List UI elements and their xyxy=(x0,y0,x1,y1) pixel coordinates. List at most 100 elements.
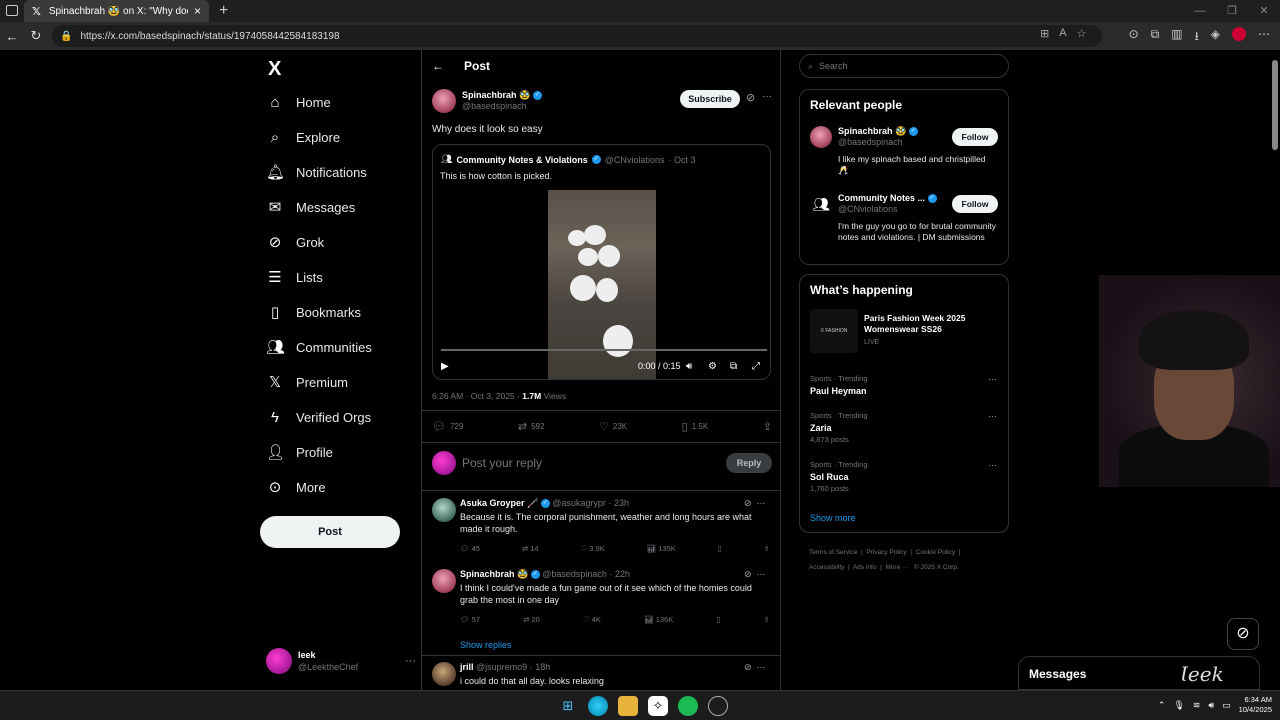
fullscreen-icon[interactable]: ⤢ xyxy=(752,361,760,372)
video-player[interactable] xyxy=(548,190,656,379)
bookmark-icon[interactable]: ▯ xyxy=(716,615,720,624)
video-progress-bar[interactable] xyxy=(441,349,767,351)
new-tab-icon[interactable]: + xyxy=(219,2,228,20)
avatar[interactable] xyxy=(810,126,832,148)
quoted-post[interactable]: 👥︎ Community Notes & Violations ✓ @CNvio… xyxy=(432,144,771,380)
edge-browser-icon[interactable] xyxy=(588,696,608,716)
close-tab-icon[interactable]: × xyxy=(194,4,201,18)
show-more-link[interactable]: Show more xyxy=(810,513,856,523)
reply-time[interactable]: · 18h xyxy=(530,662,551,672)
grok-icon[interactable]: ⊘ xyxy=(744,498,752,508)
footer-link[interactable]: Cookie Policy xyxy=(916,549,955,556)
reply-time[interactable]: · 23h xyxy=(608,498,629,508)
share-icon[interactable]: ⇪ xyxy=(764,615,770,624)
reply-post[interactable]: Spinachbrah 🥸 ✓ @basedspinach · 22h ⊘ ··… xyxy=(432,569,772,633)
reply-time[interactable]: · 22h xyxy=(609,569,630,579)
reply-action[interactable]: 💬︎ 45 xyxy=(460,544,480,553)
back-arrow-icon[interactable]: ← xyxy=(432,59,444,73)
file-explorer-icon[interactable] xyxy=(618,696,638,716)
more-horizontal-icon[interactable]: ··· xyxy=(988,410,997,422)
nav-notifications[interactable]: 🔔︎ Notifications xyxy=(266,158,367,186)
microphone-icon[interactable]: 🎙︎ xyxy=(1173,700,1184,711)
scrollbar[interactable] xyxy=(1272,60,1278,150)
clock[interactable]: 6:34 AM 10/4/2025 xyxy=(1239,695,1272,715)
like-action[interactable]: ♡ 3.9K xyxy=(580,544,604,553)
footer-link[interactable]: Privacy Policy xyxy=(866,549,906,556)
views-action[interactable]: 📊︎ 135K xyxy=(647,544,676,553)
puzzle-icon[interactable]: ⧉ xyxy=(1151,27,1160,48)
nav-home[interactable]: ⌂ Home xyxy=(266,88,330,116)
more-horizontal-icon[interactable]: ··· xyxy=(757,662,766,672)
person-item[interactable]: 👥︎ Community Notes ... ✓ @CNviolations F… xyxy=(810,193,1000,259)
nav-communities[interactable]: 👥︎ Communities xyxy=(266,333,372,361)
person-item[interactable]: Spinachbrah 🥸 ✓ @basedspinach Follow I l… xyxy=(810,126,1000,186)
reply-author-name[interactable]: Asuka Groyper 🦯 xyxy=(460,498,538,508)
download-icon[interactable]: ⭳ xyxy=(1195,27,1199,48)
browser-tab[interactable]: 𝕏 Spinachbrah 🥸 on X: "Why doe × xyxy=(24,0,209,22)
repost-action[interactable]: ⇄ 20 xyxy=(523,615,540,624)
profile-avatar-icon[interactable] xyxy=(1232,27,1246,41)
settings-gear-icon[interactable]: ⚙ xyxy=(708,361,717,372)
footer-link[interactable]: Ads info xyxy=(853,564,877,571)
trend-item[interactable]: Sports · Trending Sol Ruca 1,760 posts ·… xyxy=(810,459,1000,495)
reply-post[interactable]: jrill @jsupremo9 · 18h ⊘ ··· i could do … xyxy=(432,662,772,690)
repost-action[interactable]: ⇄ 14 xyxy=(522,544,539,553)
bookmark-icon[interactable]: ▯ xyxy=(718,544,722,553)
minimize-icon[interactable]: — xyxy=(1184,0,1216,22)
reply-action[interactable]: 💬︎ 57 xyxy=(460,615,480,624)
show-replies-link[interactable]: Show replies xyxy=(460,640,512,650)
more-horizontal-icon[interactable]: ··· xyxy=(757,569,766,579)
battery-icon[interactable]: ▭ xyxy=(1222,700,1231,711)
follow-button[interactable]: Follow xyxy=(952,128,998,146)
nav-verified-orgs[interactable]: ϟ Verified Orgs xyxy=(266,403,371,431)
trend-item[interactable]: Sports · Trending Paul Heyman ··· xyxy=(810,373,1000,397)
reply-input[interactable]: Post your reply xyxy=(462,456,542,470)
browser-menu-icon[interactable]: ⋯ xyxy=(1258,27,1270,48)
footer-link[interactable]: Terms of Service xyxy=(809,549,857,556)
avatar[interactable] xyxy=(432,662,456,686)
avatar[interactable] xyxy=(432,89,456,113)
chatgpt-icon[interactable]: ✧ xyxy=(648,696,668,716)
like-action[interactable]: ♡ 4K xyxy=(583,615,601,624)
bookmark-action[interactable]: ▯ 1.5K xyxy=(682,420,709,433)
app-available-icon[interactable]: ⊞ xyxy=(1040,27,1049,40)
pip-icon[interactable]: ⧉ xyxy=(730,361,737,372)
nav-bookmarks[interactable]: ▯ Bookmarks xyxy=(266,298,361,326)
author-handle[interactable]: @basedspinach xyxy=(462,101,542,112)
grok-icon[interactable]: ⊘ xyxy=(746,91,755,104)
footer-link[interactable]: Accessibility xyxy=(809,564,844,571)
wifi-icon[interactable]: ≋ xyxy=(1193,700,1201,711)
play-icon[interactable]: ▶ xyxy=(441,361,449,372)
volume-icon[interactable]: 🔊︎ xyxy=(686,361,692,372)
x-logo-icon[interactable]: X xyxy=(268,58,281,81)
avatar[interactable] xyxy=(432,569,456,593)
post-time[interactable]: 6:26 AM · Oct 3, 2025 · xyxy=(432,391,520,401)
reply-author-handle[interactable]: @jsupremo9 xyxy=(476,662,527,672)
person-handle[interactable]: @CNviolations xyxy=(838,204,937,215)
more-horizontal-icon[interactable]: ··· xyxy=(757,498,766,508)
subscribe-button[interactable]: Subscribe xyxy=(680,90,740,108)
split-screen-icon[interactable]: ▥ xyxy=(1171,27,1182,48)
restore-icon[interactable]: ❐ xyxy=(1216,0,1248,22)
nav-premium[interactable]: 𝕏 Premium xyxy=(266,368,348,396)
reply-author-name[interactable]: jrill xyxy=(460,662,474,672)
reply-author-handle[interactable]: @basedspinach xyxy=(542,569,607,579)
grok-floating-button[interactable]: ⊘ xyxy=(1227,618,1259,650)
reply-action[interactable]: 💬︎ 729 xyxy=(432,420,463,433)
more-horizontal-icon[interactable]: ··· xyxy=(405,655,416,667)
copilot-icon[interactable]: ◈ xyxy=(1211,27,1220,48)
extension-icon[interactable]: ⊙ xyxy=(1129,27,1139,48)
person-handle[interactable]: @basedspinach xyxy=(838,137,918,148)
grok-icon[interactable]: ⊘ xyxy=(744,569,752,579)
windows-start-icon[interactable]: ⊞ xyxy=(558,696,578,716)
url-field[interactable]: 🔒 https://x.com/basedspinach/status/1974… xyxy=(52,25,1102,47)
nav-grok[interactable]: ⊘ Grok xyxy=(266,228,324,256)
refresh-icon[interactable]: ↻ xyxy=(24,28,48,44)
grok-icon[interactable]: ⊘ xyxy=(744,662,752,672)
like-action[interactable]: ♡ 23K xyxy=(599,420,627,433)
tab-actions-icon[interactable] xyxy=(6,5,18,16)
follow-button[interactable]: Follow xyxy=(952,195,998,213)
favorite-star-icon[interactable]: ☆ xyxy=(1077,27,1087,40)
nav-profile[interactable]: 👤︎ Profile xyxy=(266,438,333,466)
post-button[interactable]: Post xyxy=(260,516,400,548)
